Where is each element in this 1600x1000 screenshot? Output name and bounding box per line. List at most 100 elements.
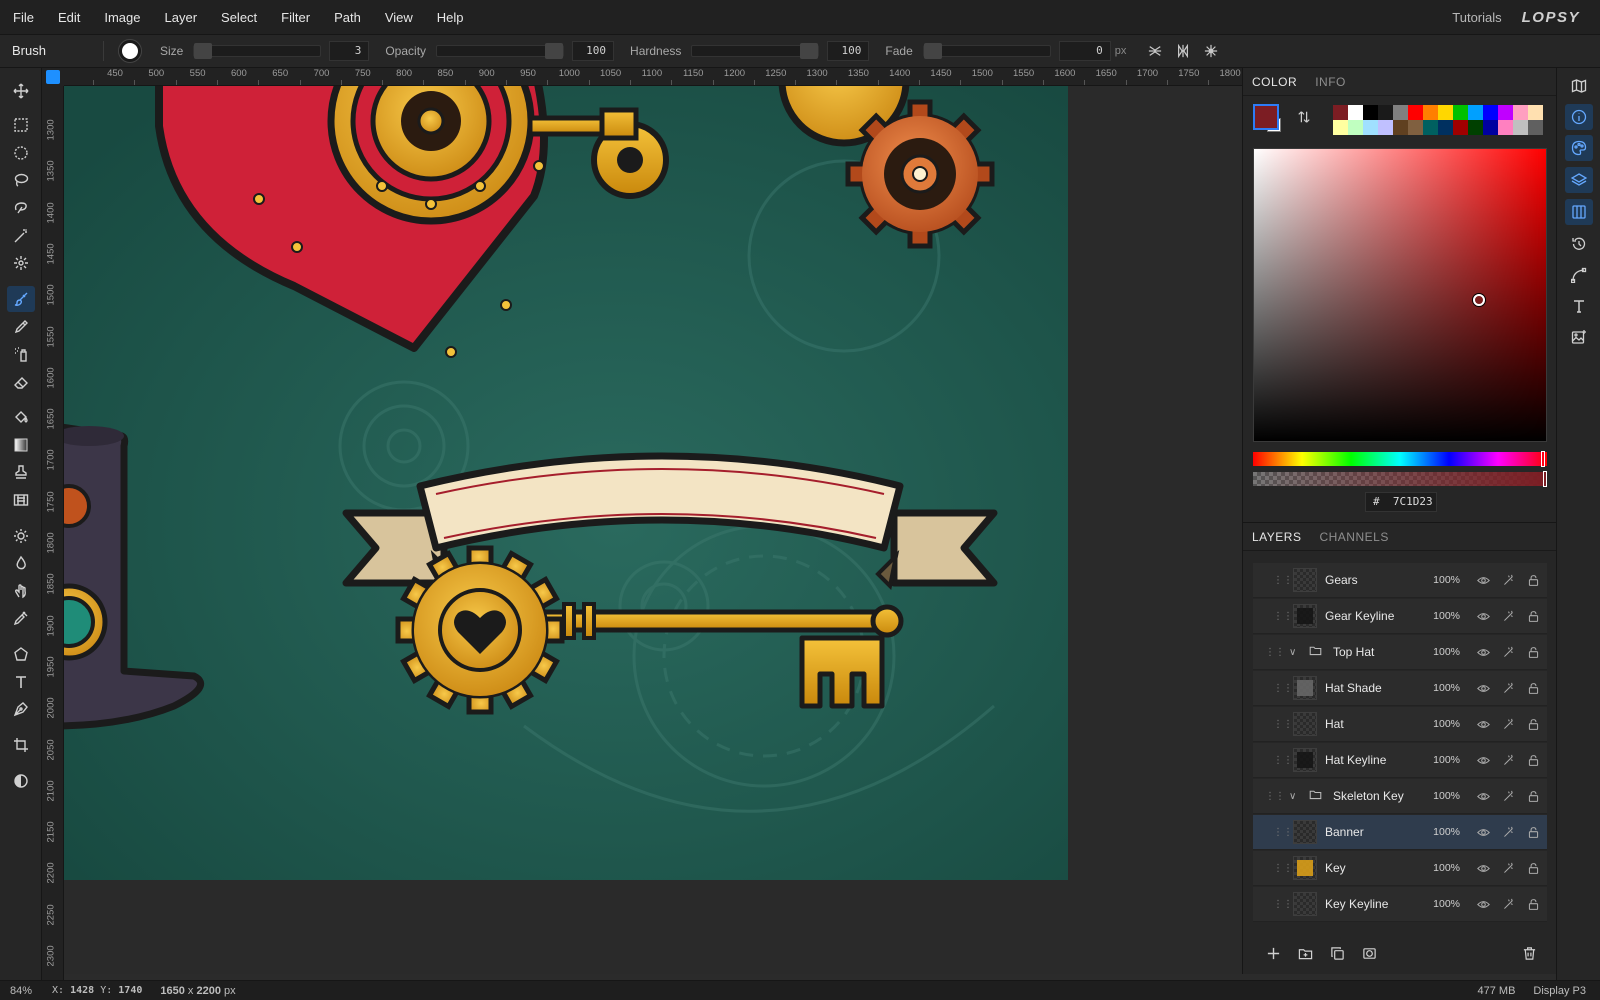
lock-icon[interactable]	[1522, 718, 1544, 731]
size-slider[interactable]	[193, 43, 322, 59]
crop-tool-icon[interactable]	[7, 732, 35, 758]
symmetry-vertical-icon[interactable]	[1144, 40, 1166, 62]
opacity-input[interactable]: 100	[572, 41, 615, 61]
color-mode-icon[interactable]	[7, 768, 35, 794]
layer-group-row[interactable]: ⋮⋮ ∨ Top Hat 100%	[1253, 635, 1547, 670]
palette-swatch[interactable]	[1333, 120, 1348, 135]
layer-opacity[interactable]: 100%	[1420, 898, 1460, 910]
lock-icon[interactable]	[1522, 862, 1544, 875]
visibility-eye-icon[interactable]	[1472, 826, 1494, 839]
hue-slider[interactable]	[1253, 451, 1547, 467]
layer-opacity[interactable]: 100%	[1420, 682, 1460, 694]
layer-name[interactable]: Key Keyline	[1325, 897, 1420, 911]
layer-name[interactable]: Banner	[1325, 825, 1420, 839]
palette-swatch[interactable]	[1438, 105, 1453, 120]
menu-help[interactable]: Help	[425, 0, 476, 35]
visibility-eye-icon[interactable]	[1472, 610, 1494, 623]
swap-colors-icon[interactable]	[1297, 110, 1311, 127]
lock-icon[interactable]	[1522, 898, 1544, 911]
layer-opacity[interactable]: 100%	[1420, 826, 1460, 838]
layer-name[interactable]: Gears	[1325, 573, 1420, 587]
canvas-viewport[interactable]	[64, 86, 1242, 974]
palette-swatch[interactable]	[1393, 105, 1408, 120]
navigator-icon[interactable]	[1565, 73, 1593, 99]
palette-swatch[interactable]	[1453, 105, 1468, 120]
layer-opacity[interactable]: 100%	[1420, 610, 1460, 622]
lock-icon[interactable]	[1522, 574, 1544, 587]
menu-path[interactable]: Path	[322, 0, 373, 35]
palette-swatch[interactable]	[1528, 120, 1543, 135]
layer-row[interactable]: ⋮⋮ Hat Keyline 100%	[1253, 743, 1547, 778]
palette-swatch[interactable]	[1393, 120, 1408, 135]
shape-tool-icon[interactable]	[7, 641, 35, 667]
size-input[interactable]: 3	[329, 41, 370, 61]
tab-info[interactable]: INFO	[1306, 68, 1355, 96]
layer-name[interactable]: Skeleton Key	[1333, 789, 1420, 803]
image-assets-icon[interactable]	[1565, 324, 1593, 350]
smudge-tool-icon[interactable]	[7, 578, 35, 604]
visibility-eye-icon[interactable]	[1472, 898, 1494, 911]
drag-handle-icon[interactable]: ⋮⋮	[1273, 611, 1293, 622]
vertical-ruler[interactable]: 1300 1350 1400 1450 1500 1550 1600 1650 1700 1750…	[42, 86, 64, 980]
palette-swatch[interactable]	[1483, 120, 1498, 135]
palette-swatch[interactable]	[1408, 120, 1423, 135]
pattern-stamp-tool-icon[interactable]	[7, 487, 35, 513]
drag-handle-icon[interactable]: ⋮⋮	[1273, 719, 1293, 730]
pen-tool-icon[interactable]	[7, 696, 35, 722]
layer-effects-icon[interactable]	[1497, 646, 1519, 659]
hardness-input[interactable]: 100	[827, 41, 870, 61]
layer-effects-icon[interactable]	[1497, 610, 1519, 623]
visibility-eye-icon[interactable]	[1472, 754, 1494, 767]
lock-icon[interactable]	[1522, 646, 1544, 659]
palette-swatch[interactable]	[1348, 105, 1363, 120]
palette-swatch[interactable]	[1513, 105, 1528, 120]
palette-swatch[interactable]	[1423, 120, 1438, 135]
palette-swatch[interactable]	[1333, 105, 1348, 120]
alpha-slider[interactable]	[1253, 471, 1547, 487]
palette-swatch[interactable]	[1348, 120, 1363, 135]
new-group-icon[interactable]	[1293, 941, 1317, 965]
palette-swatch[interactable]	[1528, 105, 1543, 120]
layer-effects-icon[interactable]	[1497, 790, 1519, 803]
saturation-value-picker[interactable]	[1253, 148, 1547, 442]
layer-effects-icon[interactable]	[1497, 862, 1519, 875]
color-profile[interactable]: Display P3	[1533, 985, 1586, 997]
fade-slider-thumb[interactable]	[923, 43, 942, 59]
dodge-tool-icon[interactable]	[7, 523, 35, 549]
add-layer-icon[interactable]	[1261, 941, 1285, 965]
layer-opacity[interactable]: 100%	[1420, 574, 1460, 586]
clone-stamp-tool-icon[interactable]	[7, 459, 35, 485]
layer-effects-icon[interactable]	[1497, 898, 1519, 911]
lasso-tool-icon[interactable]	[7, 167, 35, 193]
fade-input[interactable]: 0	[1058, 41, 1111, 61]
duplicate-layer-icon[interactable]	[1325, 941, 1349, 965]
quick-select-tool-icon[interactable]	[7, 250, 35, 276]
palette-swatch[interactable]	[1483, 105, 1498, 120]
visibility-eye-icon[interactable]	[1472, 682, 1494, 695]
palette-swatch[interactable]	[1438, 120, 1453, 135]
layer-name[interactable]: Key	[1325, 861, 1420, 875]
layer-name[interactable]: Gear Keyline	[1325, 609, 1420, 623]
layer-row[interactable]: ⋮⋮ Gear Keyline 100%	[1253, 599, 1547, 634]
palette-swatch[interactable]	[1423, 105, 1438, 120]
palette-swatch[interactable]	[1498, 105, 1513, 120]
layer-opacity[interactable]: 100%	[1420, 790, 1460, 802]
pencil-tool-icon[interactable]	[7, 314, 35, 340]
opacity-slider-thumb[interactable]	[545, 43, 564, 59]
layer-mask-icon[interactable]	[1357, 941, 1381, 965]
drag-handle-icon[interactable]: ⋮⋮	[1273, 755, 1293, 766]
layer-effects-icon[interactable]	[1497, 682, 1519, 695]
paths-icon[interactable]	[1565, 262, 1593, 288]
hue-slider-thumb[interactable]	[1541, 451, 1545, 467]
drag-handle-icon[interactable]: ⋮⋮	[1265, 647, 1285, 658]
visibility-eye-icon[interactable]	[1472, 790, 1494, 803]
menu-file[interactable]: File	[0, 0, 46, 35]
character-icon[interactable]	[1565, 293, 1593, 319]
palette-swatch[interactable]	[1408, 105, 1423, 120]
menu-layer[interactable]: Layer	[153, 0, 210, 35]
eraser-tool-icon[interactable]	[7, 369, 35, 395]
menu-select[interactable]: Select	[209, 0, 269, 35]
palette-swatch[interactable]	[1363, 120, 1378, 135]
opacity-slider[interactable]	[436, 43, 565, 59]
lock-icon[interactable]	[1522, 682, 1544, 695]
